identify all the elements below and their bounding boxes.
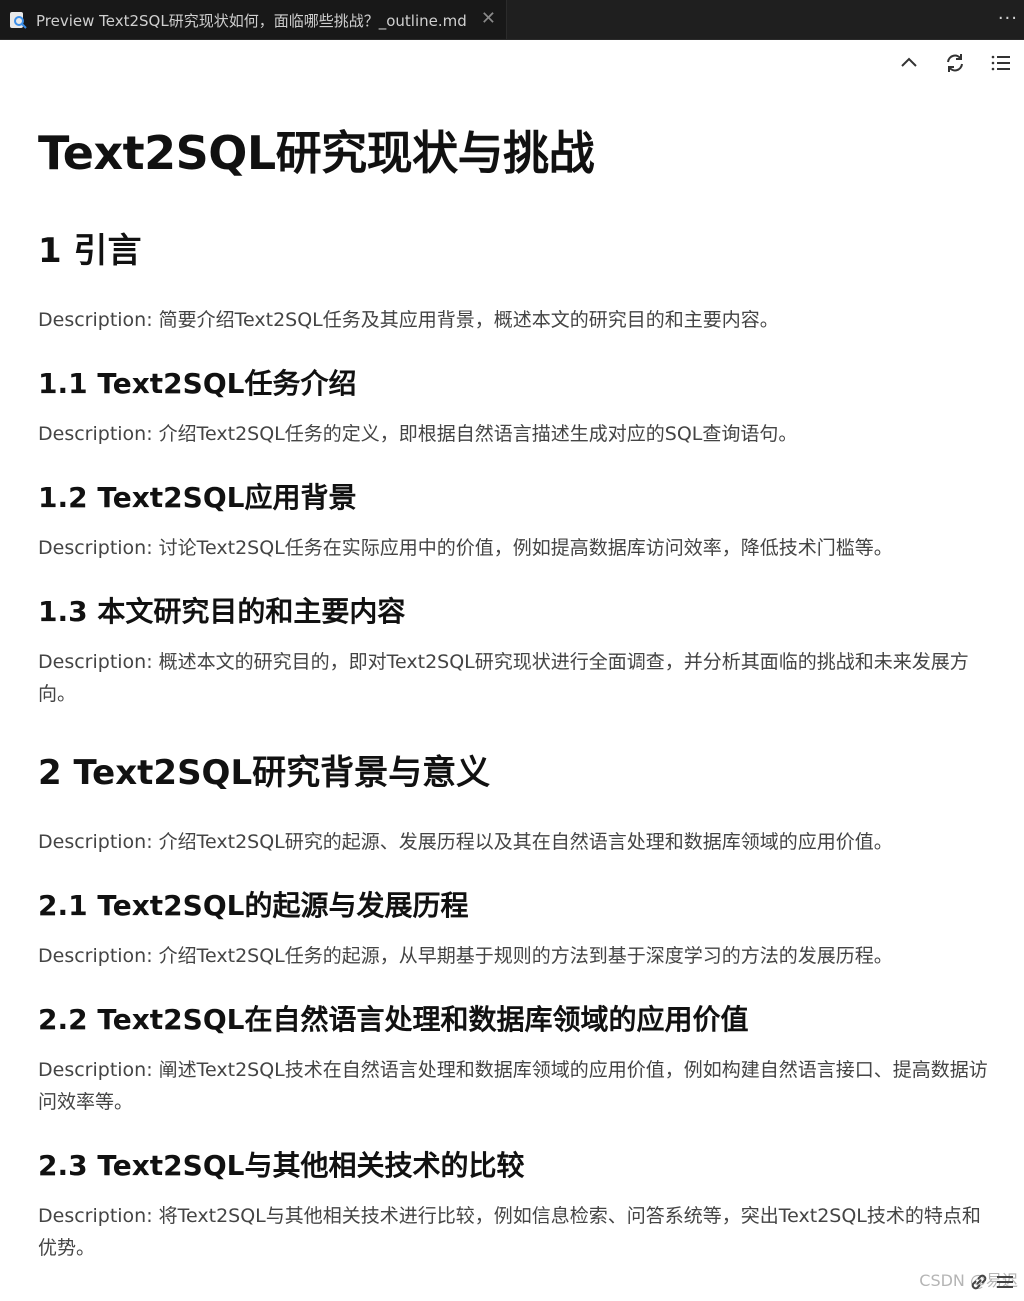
subsection-heading: 2.2 Text2SQL在自然语言处理和数据库领域的应用价值 <box>38 1003 749 1036</box>
close-icon[interactable]: ✕ <box>481 9 496 29</box>
section-description: Description: 介绍Text2SQL研究的起源、发展历程以及其在自然语… <box>38 831 893 853</box>
corner-tools <box>968 1271 1016 1297</box>
preview-toolbar <box>896 50 1014 76</box>
tab-title: Preview Text2SQL研究现状如何，面临哪些挑战？_outline.m… <box>36 11 467 30</box>
section-heading: 2 Text2SQL研究背景与意义 <box>38 753 491 793</box>
tab-divider <box>0 39 1024 40</box>
subsection-description: Description: 介绍Text2SQL任务的定义，即根据自然语言描述生成… <box>38 423 798 445</box>
subsection-heading: 2.1 Text2SQL的起源与发展历程 <box>38 889 469 922</box>
chevron-up-icon[interactable] <box>896 50 922 76</box>
markdown-preview-icon <box>8 10 28 30</box>
more-actions-icon[interactable]: ··· <box>998 8 1018 29</box>
outline-list-icon[interactable] <box>988 50 1014 76</box>
section-description: Description: 简要介绍Text2SQL任务及其应用背景，概述本文的研… <box>38 309 779 331</box>
section-heading: 1 引言 <box>38 231 142 271</box>
subsection-description: Description: 概述本文的研究目的，即对Text2SQL研究现状进行全… <box>38 651 969 705</box>
subsection-heading: 1.1 Text2SQL任务介绍 <box>38 367 357 400</box>
link-icon[interactable] <box>968 1271 990 1297</box>
subsection-description: Description: 讨论Text2SQL任务在实际应用中的价值，例如提高数… <box>38 537 893 559</box>
editor-tab-bar: Preview Text2SQL研究现状如何，面临哪些挑战？_outline.m… <box>0 0 1024 40</box>
subsection-heading: 1.3 本文研究目的和主要内容 <box>38 595 406 628</box>
subsection-description: Description: 将Text2SQL与其他相关技术进行比较，例如信息检索… <box>38 1205 981 1259</box>
menu-icon[interactable] <box>994 1271 1016 1297</box>
document-title: Text2SQL研究现状与挑战 <box>38 126 595 180</box>
subsection-heading: 1.2 Text2SQL应用背景 <box>38 481 357 514</box>
markdown-document: Text2SQL研究现状与挑战 1 引言 Description: 简要介绍Te… <box>38 118 988 1264</box>
subsection-description: Description: 阐述Text2SQL技术在自然语言处理和数据库领域的应… <box>38 1059 988 1113</box>
preview-tab[interactable]: Preview Text2SQL研究现状如何，面临哪些挑战？_outline.m… <box>0 0 507 40</box>
subsection-description: Description: 介绍Text2SQL任务的起源，从早期基于规则的方法到… <box>38 945 893 967</box>
refresh-icon[interactable] <box>942 50 968 76</box>
subsection-heading: 2.3 Text2SQL与其他相关技术的比较 <box>38 1149 525 1182</box>
